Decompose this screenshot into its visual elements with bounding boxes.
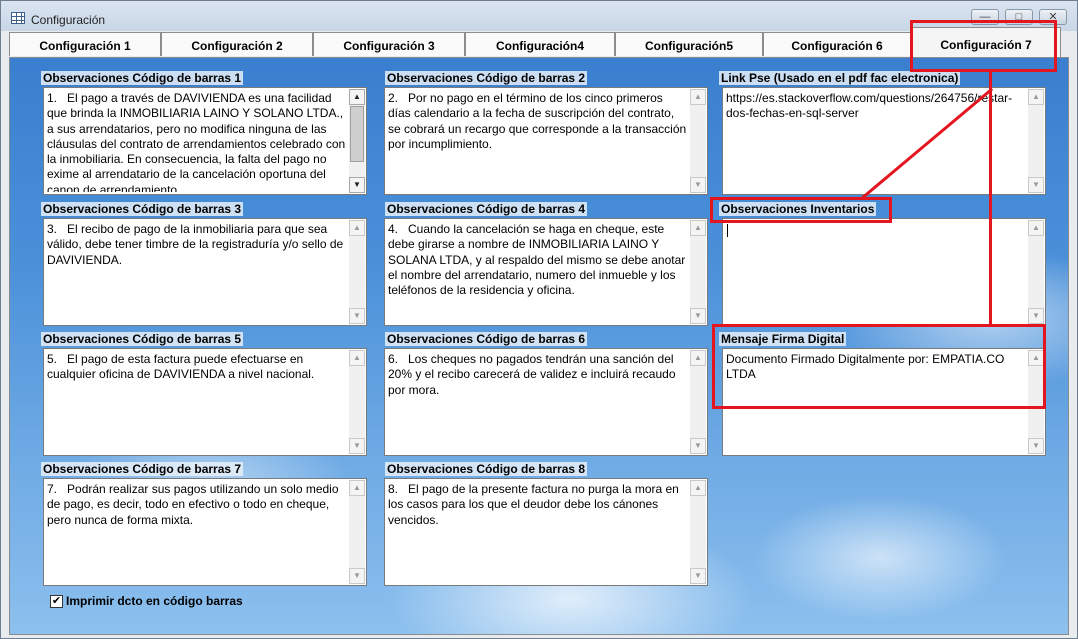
- tab-configuracion-1[interactable]: Configuración 1: [9, 32, 161, 56]
- obs8-scrollbar[interactable]: ▲ ▼: [690, 480, 706, 584]
- obs2-label: Observaciones Código de barras 2: [385, 71, 588, 85]
- annotation-box-firma: [712, 324, 1046, 409]
- print-barcode-label: Imprimir dcto en código barras: [66, 594, 243, 608]
- scroll-up-icon[interactable]: ▲: [690, 89, 706, 105]
- obs4-scrollbar[interactable]: ▲ ▼: [690, 220, 706, 324]
- scroll-down-icon[interactable]: ▼: [1028, 438, 1044, 454]
- obs-inventarios-textarea[interactable]: ▲ ▼: [722, 218, 1046, 326]
- scroll-up-icon[interactable]: ▲: [349, 480, 365, 496]
- scroll-down-icon[interactable]: ▼: [349, 177, 365, 193]
- obs2-text: 2. Por no pago en el término de los cinc…: [388, 91, 687, 151]
- scroll-up-icon[interactable]: ▲: [349, 350, 365, 366]
- config-window: Configuración — □ ✕ Configuración 1 Conf…: [0, 0, 1078, 639]
- link-pse-label: Link Pse (Usado en el pdf fac electronic…: [719, 71, 961, 85]
- scroll-up-icon[interactable]: ▲: [690, 350, 706, 366]
- scroll-down-icon[interactable]: ▼: [349, 438, 365, 454]
- scroll-down-icon[interactable]: ▼: [690, 438, 706, 454]
- scroll-down-icon[interactable]: ▼: [1028, 177, 1044, 193]
- obs8-text: 8. El pago de la presente factura no pur…: [388, 482, 683, 527]
- obs1-label: Observaciones Código de barras 1: [41, 71, 244, 85]
- obs5-scrollbar[interactable]: ▲ ▼: [349, 350, 365, 454]
- scroll-down-icon[interactable]: ▼: [690, 308, 706, 324]
- scroll-down-icon[interactable]: ▼: [349, 568, 365, 584]
- annotation-line-vertical: [989, 71, 992, 325]
- scroll-down-icon[interactable]: ▼: [1028, 308, 1044, 324]
- scroll-up-icon[interactable]: ▲: [690, 480, 706, 496]
- obs6-label: Observaciones Código de barras 6: [385, 332, 588, 346]
- link-pse-scrollbar[interactable]: ▲ ▼: [1028, 89, 1044, 193]
- obs6-textarea[interactable]: 6. Los cheques no pagados tendrán una sa…: [384, 348, 708, 456]
- obs7-textarea[interactable]: 7. Podrán realizar sus pagos utilizando …: [43, 478, 367, 586]
- tab-configuracion-3[interactable]: Configuración 3: [313, 32, 465, 56]
- obs4-label: Observaciones Código de barras 4: [385, 202, 588, 216]
- scroll-up-icon[interactable]: ▲: [1028, 220, 1044, 236]
- obs3-text: 3. El recibo de pago de la inmobiliaria …: [47, 222, 344, 267]
- scroll-down-icon[interactable]: ▼: [690, 568, 706, 584]
- scroll-up-icon[interactable]: ▲: [349, 220, 365, 236]
- obs6-text: 6. Los cheques no pagados tendrán una sa…: [388, 352, 679, 397]
- link-pse-text: https://es.stackoverflow.com/questions/2…: [726, 91, 1013, 121]
- obs1-scrollbar[interactable]: ▲ ▼: [349, 89, 365, 193]
- obs8-label: Observaciones Código de barras 8: [385, 462, 588, 476]
- obs4-text: 4. Cuando la cancelación se haga en cheq…: [388, 222, 686, 298]
- obs2-scrollbar[interactable]: ▲ ▼: [690, 89, 706, 193]
- obs7-label: Observaciones Código de barras 7: [41, 462, 244, 476]
- obs-inventarios-text: [726, 222, 1025, 323]
- window-title: Configuración: [31, 13, 106, 27]
- table-icon: [11, 12, 25, 24]
- scroll-down-icon[interactable]: ▼: [690, 177, 706, 193]
- obs5-textarea[interactable]: 5. El pago de esta factura puede efectua…: [43, 348, 367, 456]
- obs2-textarea[interactable]: 2. Por no pago en el término de los cinc…: [384, 87, 708, 195]
- obs4-textarea[interactable]: 4. Cuando la cancelación se haga en cheq…: [384, 218, 708, 326]
- scroll-up-icon[interactable]: ▲: [690, 220, 706, 236]
- scroll-thumb[interactable]: [350, 106, 364, 162]
- obs5-text: 5. El pago de esta factura puede efectua…: [47, 352, 315, 382]
- obs6-scrollbar[interactable]: ▲ ▼: [690, 350, 706, 454]
- tab-configuracion-5[interactable]: Configuración5: [615, 32, 763, 56]
- obs7-text: 7. Podrán realizar sus pagos utilizando …: [47, 482, 342, 527]
- obs7-scrollbar[interactable]: ▲ ▼: [349, 480, 365, 584]
- tab-configuracion-6[interactable]: Configuración 6: [763, 32, 911, 56]
- annotation-box-tab7: [910, 20, 1057, 72]
- obs1-textarea[interactable]: 1. El pago a través de DAVIVIENDA es una…: [43, 87, 367, 195]
- obs-inventarios-scrollbar[interactable]: ▲ ▼: [1028, 220, 1044, 324]
- annotation-box-inventarios: [710, 197, 892, 223]
- print-barcode-checkbox[interactable]: ✔: [50, 595, 63, 608]
- text-caret: [727, 224, 728, 237]
- obs1-text: 1. El pago a través de DAVIVIENDA es una…: [47, 91, 346, 192]
- obs5-label: Observaciones Código de barras 5: [41, 332, 244, 346]
- scroll-down-icon[interactable]: ▼: [349, 308, 365, 324]
- obs8-textarea[interactable]: 8. El pago de la presente factura no pur…: [384, 478, 708, 586]
- tab-configuracion-2[interactable]: Configuración 2: [161, 32, 313, 56]
- scroll-up-icon[interactable]: ▲: [1028, 89, 1044, 105]
- scroll-up-icon[interactable]: ▲: [349, 89, 365, 105]
- obs3-textarea[interactable]: 3. El recibo de pago de la inmobiliaria …: [43, 218, 367, 326]
- obs3-scrollbar[interactable]: ▲ ▼: [349, 220, 365, 324]
- obs3-label: Observaciones Código de barras 3: [41, 202, 244, 216]
- tab-configuracion-4[interactable]: Configuración4: [465, 32, 615, 56]
